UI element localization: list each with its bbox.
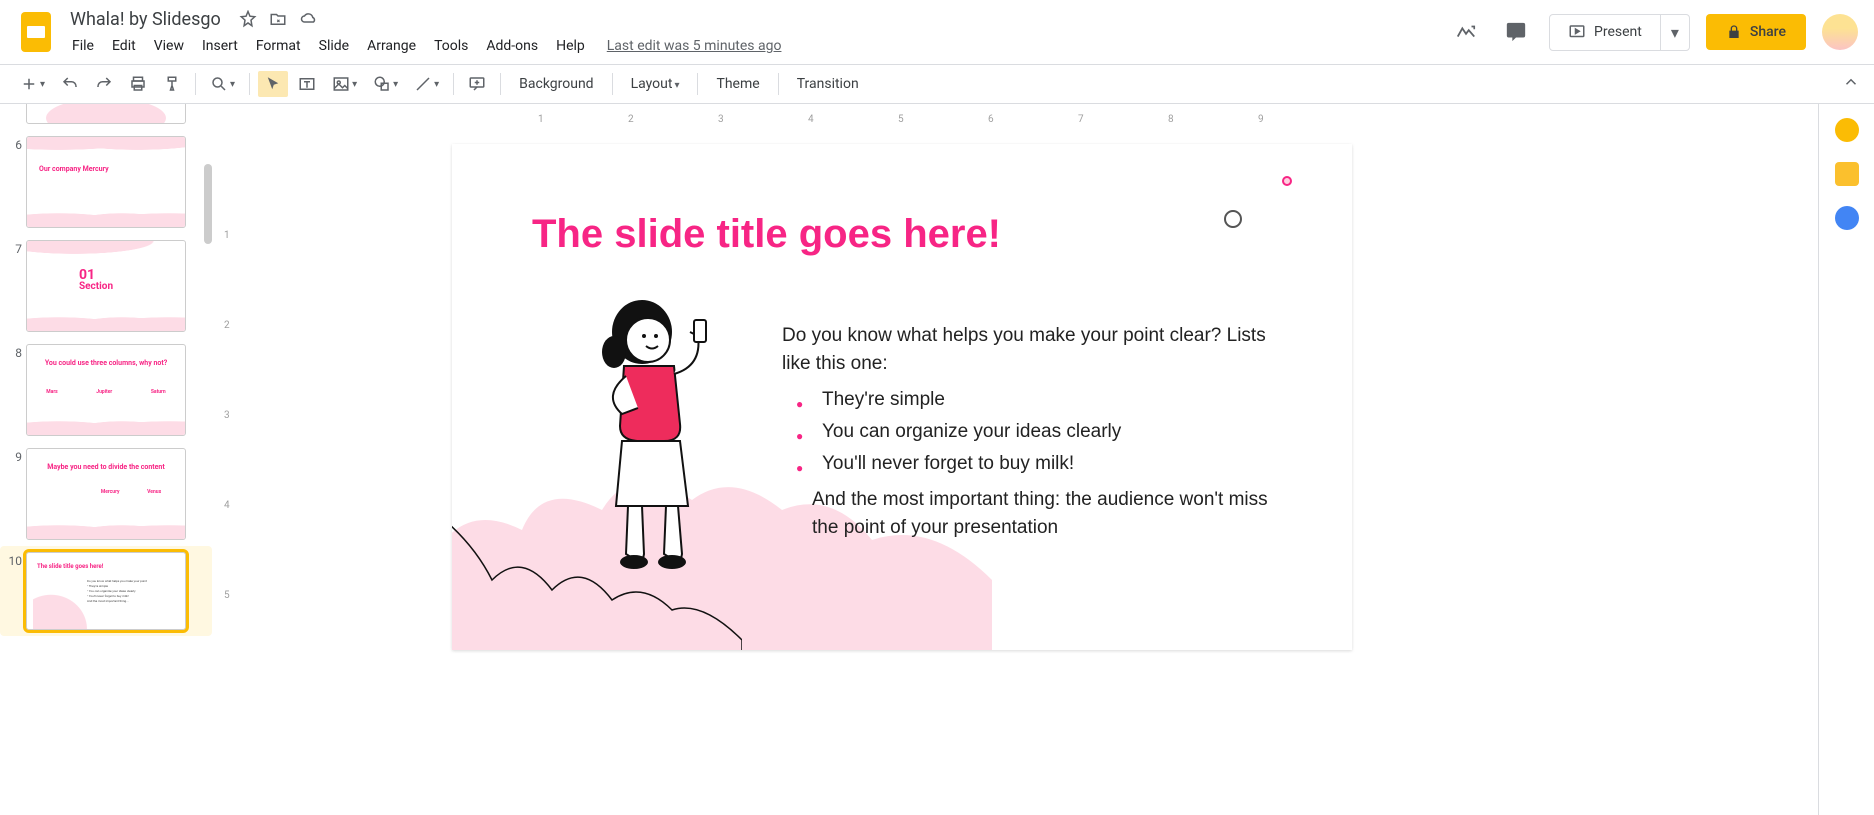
thumb-row-5: Whoa! [8, 112, 206, 124]
slides-logo[interactable] [16, 12, 56, 52]
collapse-toolbar-icon[interactable] [1842, 73, 1860, 95]
menu-addons[interactable]: Add-ons [478, 34, 546, 58]
decoration-circle-small [1282, 176, 1292, 186]
decoration-circle-large [1224, 210, 1242, 228]
menu-tools[interactable]: Tools [426, 34, 476, 58]
menu-slide[interactable]: Slide [311, 34, 357, 58]
thumb-row-10: 10 The slide title goes here! Do you kno… [8, 552, 206, 630]
print-button[interactable] [123, 71, 153, 97]
thumb-number: 6 [8, 136, 26, 228]
app-header: Whala! by Slidesgo File Edit View Insert… [0, 0, 1874, 64]
transition-button[interactable]: Transition [787, 72, 869, 96]
cloud-status-icon[interactable] [299, 10, 319, 28]
main-area: Whoa! 6 Our company Mercury 7 01 Section [0, 104, 1874, 815]
slide-body-textbox[interactable]: Do you know what helps you make your poi… [782, 322, 1272, 542]
menu-edit[interactable]: Edit [104, 34, 144, 58]
image-tool[interactable]: ▾ [326, 71, 363, 97]
account-avatar[interactable] [1822, 14, 1858, 50]
slide-thumb[interactable]: Maybe you need to divide the content Mer… [26, 448, 186, 540]
bullet-list: They're simple You can organize your ide… [782, 384, 1272, 480]
present-button-group: Present ▾ [1549, 14, 1690, 51]
thumb-number: 7 [8, 240, 26, 332]
thumb-number [8, 112, 26, 124]
zoom-button[interactable]: ▾ [204, 71, 241, 97]
star-icon[interactable] [239, 10, 257, 28]
share-button[interactable]: Share [1706, 14, 1806, 50]
thumb-row-6: 6 Our company Mercury [8, 136, 206, 228]
vertical-ruler: 1 2 3 4 5 [212, 140, 248, 815]
present-dropdown[interactable]: ▾ [1660, 15, 1689, 50]
document-title[interactable]: Whala! by Slidesgo [64, 7, 227, 32]
select-tool[interactable] [258, 71, 288, 97]
canvas-area[interactable]: 1 2 3 4 5 1 2 3 4 5 6 7 8 9 The slide ti… [212, 104, 1818, 815]
paint-format-button[interactable] [157, 71, 187, 97]
filmstrip-scrollbar[interactable] [204, 164, 212, 244]
tasks-addon-icon[interactable] [1835, 206, 1859, 230]
comments-icon[interactable] [1499, 15, 1533, 49]
woman-illustration [572, 296, 742, 576]
menu-format[interactable]: Format [248, 34, 309, 58]
intro-text: Do you know what helps you make your poi… [782, 322, 1272, 378]
menu-help[interactable]: Help [548, 34, 593, 58]
filmstrip[interactable]: Whoa! 6 Our company Mercury 7 01 Section [0, 104, 212, 815]
line-tool[interactable]: ▾ [408, 71, 445, 97]
menubar: File Edit View Insert Format Slide Arran… [64, 34, 1449, 58]
menu-file[interactable]: File [64, 34, 102, 58]
outro-text: And the most important thing: the audien… [812, 486, 1272, 542]
textbox-tool[interactable] [292, 71, 322, 97]
last-edit-link[interactable]: Last edit was 5 minutes ago [607, 38, 782, 54]
bullet-item: You can organize your ideas clearly [822, 416, 1272, 448]
bullet-item: They're simple [822, 384, 1272, 416]
side-panel [1818, 104, 1874, 815]
activity-icon[interactable] [1449, 15, 1483, 49]
bullet-item: You'll never forget to buy milk! [822, 448, 1272, 480]
menu-view[interactable]: View [146, 34, 192, 58]
thumb-row-8: 8 You could use three columns, why not? … [8, 344, 206, 436]
present-label: Present [1594, 24, 1642, 40]
redo-button[interactable] [89, 71, 119, 97]
slide-thumb[interactable]: Whoa! [26, 104, 186, 124]
slide-title-text[interactable]: The slide title goes here! [532, 212, 1001, 257]
move-icon[interactable] [269, 10, 287, 28]
menu-arrange[interactable]: Arrange [359, 34, 424, 58]
slide-thumb[interactable]: Our company Mercury [26, 136, 186, 228]
horizontal-ruler: 1 2 3 4 5 6 7 8 9 [248, 104, 1818, 140]
toolbar: ▾ ▾ ▾ ▾ ▾ Background Layout▾ Theme Trans… [0, 64, 1874, 104]
thumb-number: 10 [8, 552, 26, 630]
thumb-number: 9 [8, 448, 26, 540]
thumb-number: 8 [8, 344, 26, 436]
slide-thumb[interactable]: 01 Section [26, 240, 186, 332]
layout-button[interactable]: Layout▾ [621, 72, 690, 96]
shape-tool[interactable]: ▾ [367, 71, 404, 97]
undo-button[interactable] [55, 71, 85, 97]
comment-button[interactable] [462, 71, 492, 97]
present-button[interactable]: Present [1550, 15, 1660, 49]
keep-addon-icon[interactable] [1835, 162, 1859, 186]
menu-insert[interactable]: Insert [194, 34, 246, 58]
background-button[interactable]: Background [509, 72, 603, 96]
new-slide-button[interactable]: ▾ [14, 71, 51, 97]
share-label: Share [1750, 24, 1786, 40]
slide-canvas[interactable]: The slide title goes here! [452, 144, 1352, 650]
theme-button[interactable]: Theme [706, 72, 769, 96]
thumb-row-9: 9 Maybe you need to divide the content M… [8, 448, 206, 540]
thumb-row-7: 7 01 Section [8, 240, 206, 332]
slide-wrapper: The slide title goes here! [452, 144, 1352, 650]
slide-thumb-selected[interactable]: The slide title goes here! Do you know w… [26, 552, 186, 630]
calendar-addon-icon[interactable] [1835, 118, 1859, 142]
slide-thumb[interactable]: You could use three columns, why not? Ma… [26, 344, 186, 436]
